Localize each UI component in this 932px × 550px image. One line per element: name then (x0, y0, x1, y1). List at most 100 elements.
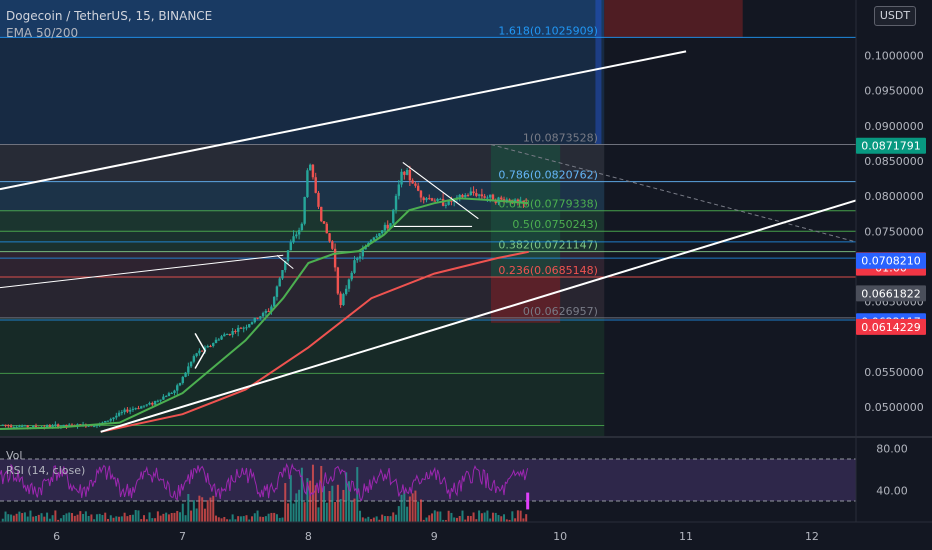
volume-bar (29, 510, 32, 522)
candle-body (123, 409, 126, 413)
price-tick-label: 0.0550000 (864, 366, 924, 379)
volume-bar (51, 515, 54, 522)
volume-bar (109, 515, 112, 522)
volume-bar (4, 511, 7, 522)
volume-bar (18, 511, 21, 522)
volume-bar (79, 511, 82, 522)
candle-body (234, 331, 237, 333)
candle-body (469, 191, 472, 196)
volume-bar (112, 517, 115, 522)
volume-bar (239, 516, 242, 522)
price-tag-label: 0.0614229 (861, 321, 921, 334)
candle-body (289, 242, 292, 251)
volume-bar (73, 515, 76, 522)
candle-body (239, 327, 243, 329)
volume-bar (334, 501, 337, 522)
candle-body (128, 409, 132, 412)
candle-body (333, 248, 337, 268)
volume-bar (76, 514, 79, 522)
currency-button[interactable]: USDT (874, 6, 916, 26)
candle-body (109, 419, 112, 421)
volume-bar (87, 515, 90, 522)
price-tick-label: 0.0500000 (864, 401, 924, 414)
volume-bar (173, 512, 176, 522)
candle-body (408, 170, 412, 181)
candle-body (275, 286, 279, 297)
volume-bar (71, 513, 74, 522)
candle-body (281, 269, 284, 279)
candle-body (212, 343, 215, 347)
candle-body (336, 267, 340, 294)
candle-body (112, 417, 115, 420)
volume-bar (408, 496, 411, 522)
candle-body (178, 383, 182, 386)
candle-body (461, 194, 464, 198)
volume-bar (383, 516, 386, 522)
candle-body (320, 206, 323, 222)
volume-bar (436, 511, 439, 522)
volume-bar (295, 493, 298, 522)
rsi-label[interactable]: RSI (14, close) (6, 464, 85, 477)
price-chart[interactable]: 1.618(0.1025909) 1(0.0873528) 0.786(0.0820… (0, 0, 932, 550)
symbol-title[interactable]: Dogecoin / TetherUS, 15, BINANCE (6, 9, 212, 23)
volume-bar (21, 513, 24, 522)
candle-body (48, 425, 52, 427)
candle-body (325, 223, 328, 234)
volume-bar (10, 514, 13, 522)
volume-bar (195, 508, 198, 522)
volume-bar (170, 513, 173, 522)
volume-bar (206, 500, 209, 522)
volume-bar (259, 516, 262, 522)
volume-bar (525, 514, 528, 522)
volume-label[interactable]: Vol (6, 449, 22, 462)
volume-bar (392, 512, 395, 522)
indicator-legend[interactable]: EMA 50/200 (6, 26, 78, 40)
volume-bar (129, 515, 132, 522)
candle-body (200, 350, 204, 352)
candle-body (225, 334, 229, 336)
volume-bar (273, 512, 276, 522)
volume-bar (395, 514, 398, 522)
candle-body (378, 233, 381, 237)
volume-bar (215, 515, 218, 522)
candle-body (115, 415, 118, 418)
candle-body (386, 224, 389, 229)
volume-bar (35, 515, 38, 522)
volume-bar (54, 510, 57, 522)
candle-body (383, 224, 387, 231)
volume-bar (519, 510, 522, 522)
time-tick-label: 12 (805, 530, 819, 543)
candle-body (104, 421, 107, 423)
candle-body (267, 310, 270, 312)
candle-body (173, 390, 176, 393)
volume-bar (143, 515, 146, 522)
volume-bar (406, 506, 409, 522)
volume-bar (328, 491, 331, 522)
volume-bar (289, 475, 292, 522)
fib-level-label: 0.236(0.0685148) (498, 264, 598, 277)
price-tick-label: 0.0950000 (864, 85, 924, 98)
volume-bar (372, 517, 375, 522)
candle-body (433, 200, 436, 202)
candle-body (272, 296, 276, 307)
volume-bar (209, 497, 212, 522)
volume-bar (198, 495, 201, 522)
volume-bar (397, 506, 400, 522)
volume-bar (176, 510, 179, 522)
volume-bar (367, 516, 370, 522)
volume-bar (281, 517, 284, 522)
fib-level-label: 0.786(0.0820762) (498, 169, 598, 182)
volume-bar (65, 513, 68, 522)
volume-bar (131, 514, 134, 522)
volume-bar (46, 512, 49, 522)
candle-body (314, 177, 317, 193)
candle-body (236, 327, 240, 332)
rsi-last-marker (526, 492, 530, 510)
candle-body (167, 393, 171, 397)
price-tick-label: 0.0750000 (864, 225, 924, 238)
candle-body (397, 184, 400, 196)
price-tag-label: 0.0871791 (861, 140, 921, 153)
volume-bar (439, 511, 442, 522)
volume-bar (342, 489, 345, 522)
candle-body (416, 185, 420, 191)
